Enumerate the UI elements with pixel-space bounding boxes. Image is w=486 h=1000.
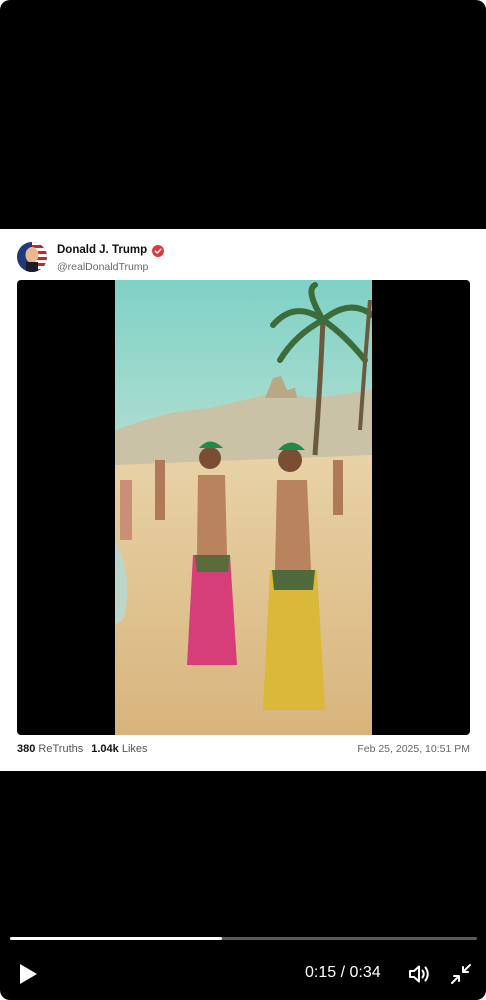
current-time: 0:15 xyxy=(305,964,337,981)
minimize-icon xyxy=(451,964,471,984)
author-name[interactable]: Donald J. Trump xyxy=(57,244,147,256)
retruths-label: ReTruths xyxy=(38,743,84,755)
likes-label: Likes xyxy=(121,743,148,755)
progress-bar[interactable] xyxy=(10,937,477,940)
post-timestamp: Feb 25, 2025, 10:51 PM xyxy=(357,743,470,755)
likes-stat[interactable]: 1.04k Likes xyxy=(91,743,147,755)
author-handle[interactable]: @realDonaldTrump xyxy=(57,261,148,273)
video-player: Donald J. Trump @realDonaldTrump 380 ReT… xyxy=(0,0,486,1000)
verified-badge-icon xyxy=(152,244,165,257)
post-video[interactable] xyxy=(17,280,470,735)
author-avatar[interactable] xyxy=(17,242,47,272)
volume-button[interactable] xyxy=(407,962,431,986)
progress-bar-fill xyxy=(10,937,223,940)
avatar-image xyxy=(17,242,47,272)
truth-post-card: Donald J. Trump @realDonaldTrump 380 ReT… xyxy=(0,229,486,771)
post-stats: 380 ReTruths 1.04k Likes xyxy=(17,743,148,755)
play-icon xyxy=(20,964,37,984)
author-row: Donald J. Trump xyxy=(57,244,165,257)
likes-count: 1.04k xyxy=(91,743,119,755)
video-frame-image xyxy=(115,280,372,735)
time-display: 0:15 / 0:34 xyxy=(305,964,381,982)
duration: 0:34 xyxy=(349,964,381,981)
volume-icon xyxy=(409,965,429,983)
retruths-stat[interactable]: 380 ReTruths xyxy=(17,743,83,755)
minimize-button[interactable] xyxy=(450,963,472,985)
retruths-count: 380 xyxy=(17,743,36,755)
play-button[interactable] xyxy=(17,962,39,986)
time-separator: / xyxy=(340,964,346,981)
